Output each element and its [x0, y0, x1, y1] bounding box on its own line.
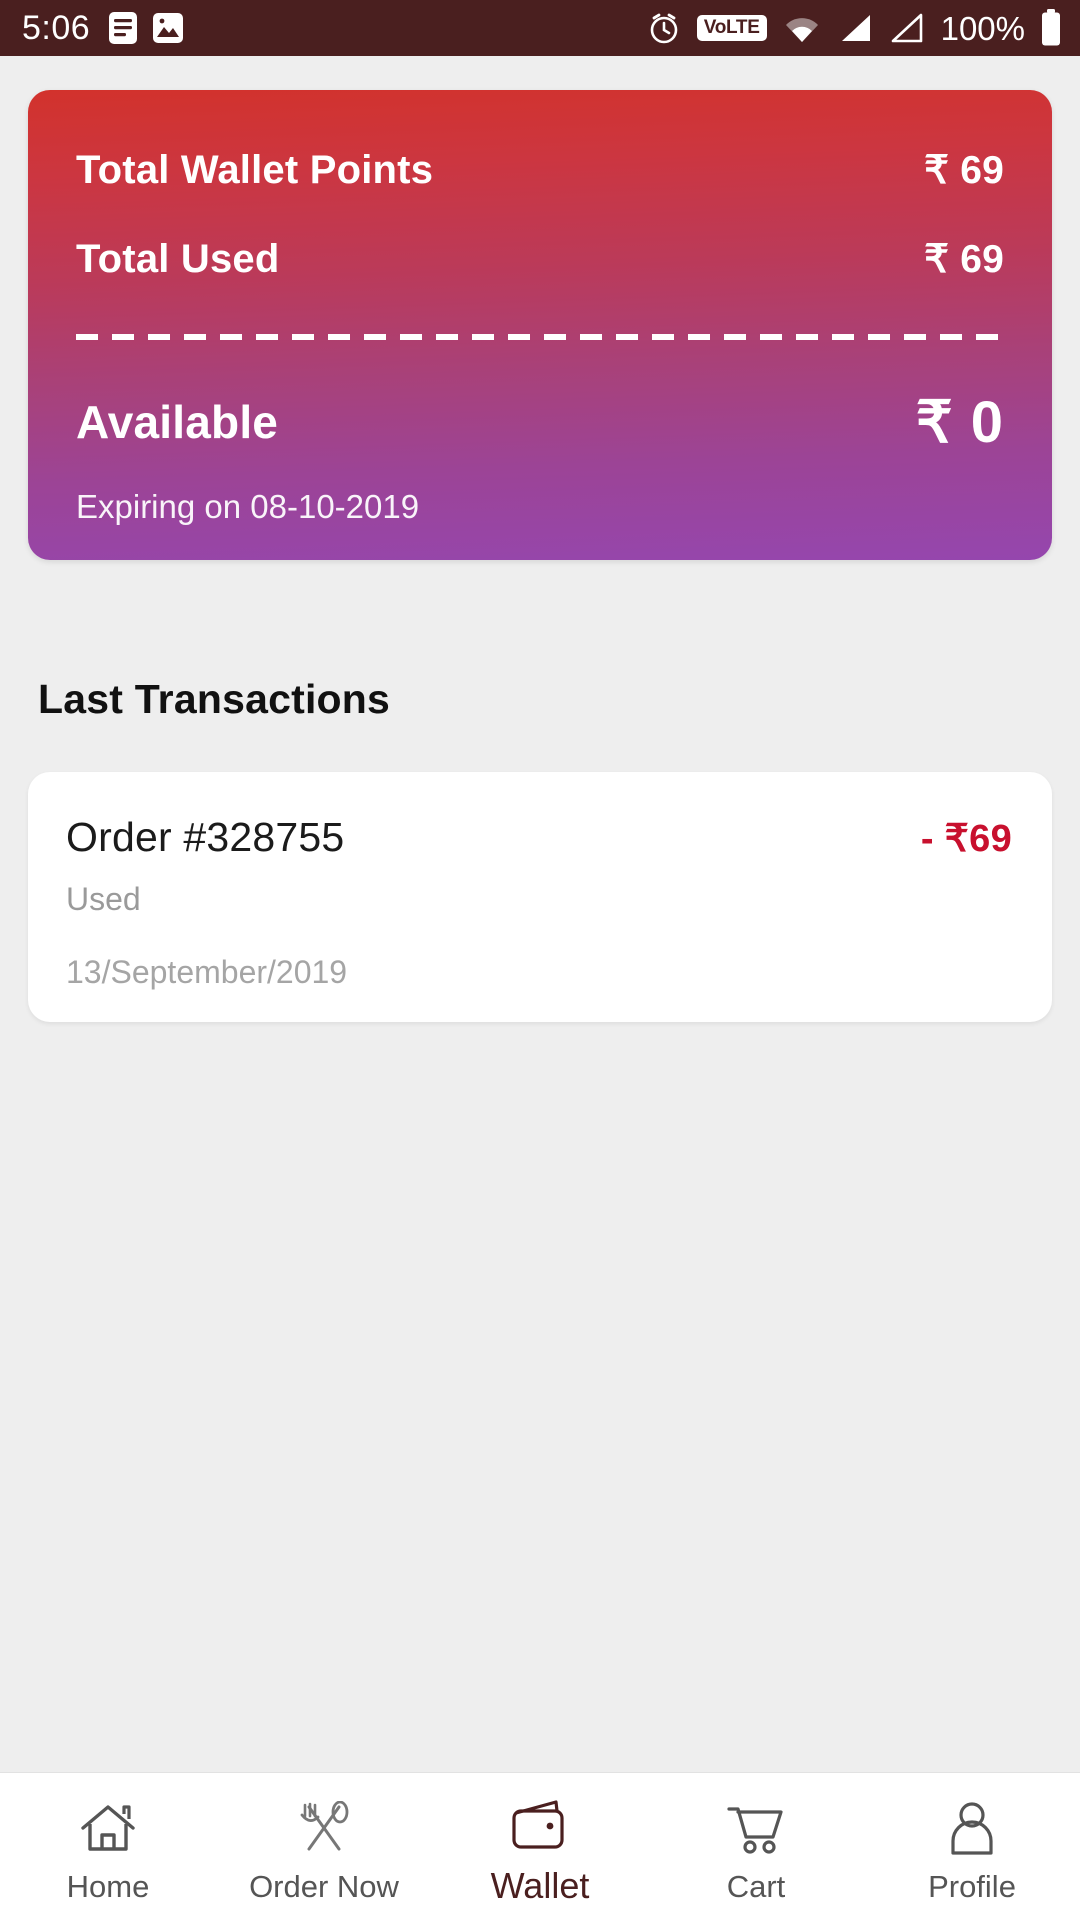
- main-content: Total Wallet Points ₹ 69 Total Used ₹ 69…: [0, 56, 1080, 1772]
- total-used-label: Total Used: [76, 237, 280, 281]
- alarm-icon: [646, 10, 682, 46]
- bottom-navigation: Home Order Now Wallet Cart Profile: [0, 1772, 1080, 1920]
- image-icon: [152, 12, 184, 44]
- nav-item-order-now[interactable]: Order Now: [216, 1773, 432, 1920]
- transaction-order-id: Order #328755: [66, 814, 345, 860]
- nav-item-cart[interactable]: Cart: [648, 1773, 864, 1920]
- nav-label-home: Home: [66, 1868, 150, 1904]
- nav-item-wallet[interactable]: Wallet: [432, 1773, 648, 1920]
- battery-icon: [1040, 9, 1062, 47]
- available-row: Available ₹ 0: [76, 388, 1004, 456]
- card-divider: [76, 334, 1004, 340]
- signal-alt-icon: [888, 12, 924, 44]
- notes-icon: [108, 11, 138, 45]
- wallet-icon: [509, 1795, 571, 1857]
- cutlery-icon: [295, 1798, 353, 1860]
- total-used-row: Total Used ₹ 69: [76, 237, 1004, 282]
- status-notification-icons: [108, 11, 184, 45]
- cart-icon: [725, 1798, 787, 1860]
- status-time: 5:06: [22, 9, 91, 47]
- signal-icon: [837, 12, 873, 44]
- total-points-row: Total Wallet Points ₹ 69: [76, 148, 1004, 193]
- nav-label-wallet: Wallet: [490, 1865, 590, 1906]
- battery-percent: 100%: [940, 9, 1025, 47]
- volte-icon: VoLTE: [696, 15, 767, 41]
- nav-label-cart: Cart: [726, 1868, 786, 1904]
- transaction-date: 13/September/2019: [66, 954, 348, 990]
- transaction-status: Used: [66, 881, 141, 917]
- nav-label-profile: Profile: [928, 1868, 1016, 1904]
- available-value: ₹ 0: [915, 390, 1004, 455]
- transaction-row[interactable]: Order #328755 - ₹69 Used 13/September/20…: [28, 772, 1052, 1022]
- wallet-screen: 5:06 VoLTE 100% Total Wallet Points ₹ 69…: [0, 0, 1080, 1920]
- nav-item-profile[interactable]: Profile: [864, 1773, 1080, 1920]
- total-used-value: ₹ 69: [924, 238, 1004, 281]
- expiry-text: Expiring on 08-10-2019: [76, 488, 420, 525]
- status-bar: 5:06 VoLTE 100%: [0, 0, 1080, 56]
- last-transactions-title: Last Transactions: [38, 676, 391, 722]
- available-label: Available: [76, 396, 279, 448]
- status-system-icons: VoLTE 100%: [646, 9, 1062, 47]
- wifi-icon: [782, 12, 822, 44]
- nav-label-order-now: Order Now: [249, 1868, 399, 1904]
- transaction-header: Order #328755 - ₹69: [66, 814, 1012, 861]
- home-icon: [79, 1798, 137, 1860]
- total-points-label: Total Wallet Points: [76, 148, 434, 192]
- nav-item-home[interactable]: Home: [0, 1773, 216, 1920]
- total-points-value: ₹ 69: [924, 149, 1004, 192]
- wallet-summary-card: Total Wallet Points ₹ 69 Total Used ₹ 69…: [28, 90, 1052, 560]
- person-icon: [945, 1798, 999, 1860]
- transaction-amount: - ₹69: [920, 818, 1012, 860]
